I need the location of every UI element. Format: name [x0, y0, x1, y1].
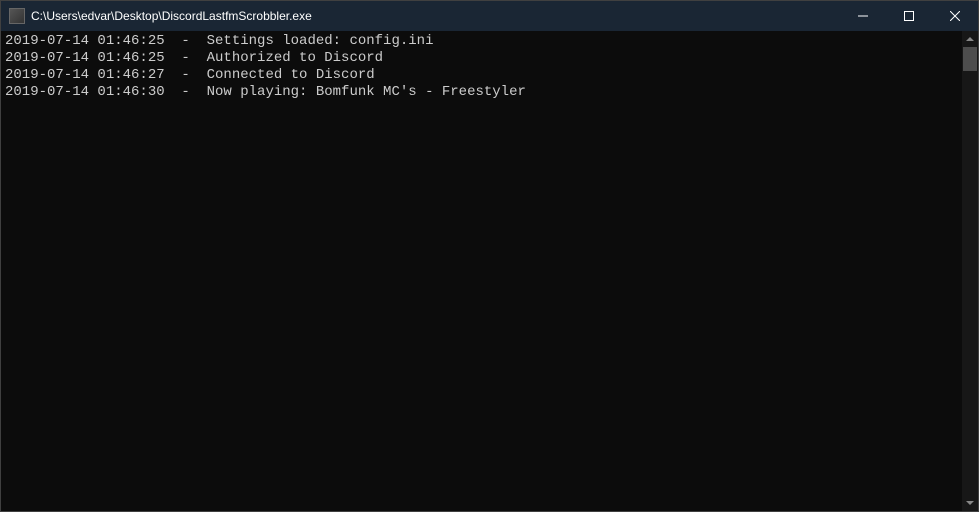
maximize-icon: [904, 11, 914, 21]
log-line: 2019-07-14 01:46:30 - Now playing: Bomfu…: [5, 84, 958, 101]
scroll-up-arrow-icon[interactable]: [962, 31, 978, 47]
window-title: C:\Users\edvar\Desktop\DiscordLastfmScro…: [31, 9, 840, 23]
close-icon: [950, 11, 960, 21]
maximize-button[interactable]: [886, 1, 932, 31]
scrollbar-thumb[interactable]: [963, 47, 977, 71]
log-line: 2019-07-14 01:46:27 - Connected to Disco…: [5, 67, 958, 84]
window-controls: [840, 1, 978, 31]
console-output[interactable]: 2019-07-14 01:46:25 - Settings loaded: c…: [1, 31, 962, 511]
console-window: C:\Users\edvar\Desktop\DiscordLastfmScro…: [0, 0, 979, 512]
log-line: 2019-07-14 01:46:25 - Authorized to Disc…: [5, 50, 958, 67]
titlebar[interactable]: C:\Users\edvar\Desktop\DiscordLastfmScro…: [1, 1, 978, 31]
vertical-scrollbar[interactable]: [962, 31, 978, 511]
content-area: 2019-07-14 01:46:25 - Settings loaded: c…: [1, 31, 978, 511]
app-icon: [9, 8, 25, 24]
scroll-down-arrow-icon[interactable]: [962, 495, 978, 511]
close-button[interactable]: [932, 1, 978, 31]
log-line: 2019-07-14 01:46:25 - Settings loaded: c…: [5, 33, 958, 50]
minimize-icon: [858, 11, 868, 21]
minimize-button[interactable]: [840, 1, 886, 31]
